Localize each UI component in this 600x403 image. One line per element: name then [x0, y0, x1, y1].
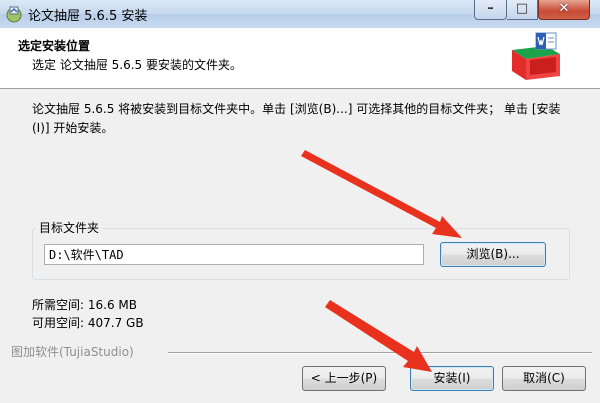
close-button[interactable]: ✕	[538, 0, 590, 20]
window-title: 论文抽屉 5.6.5 安装	[28, 9, 148, 24]
destination-path-input[interactable]	[44, 244, 424, 265]
page-header: 选定安装位置 选定 论文抽屉 5.6.5 要安装的文件夹。	[0, 28, 600, 89]
install-description: 论文抽屉 5.6.5 将被安装到目标文件夹中。单击 [浏览(B)...] 可选择…	[32, 102, 561, 135]
brand-label: 图加软件(TujiaStudio)	[11, 345, 134, 359]
page-title: 选定安装位置	[18, 39, 91, 53]
installer-app-icon	[6, 6, 22, 23]
drawer-logo-icon	[512, 32, 560, 80]
page-subtitle: 选定 论文抽屉 5.6.5 要安装的文件夹。	[32, 58, 242, 72]
installer-window: 论文抽屉 5.6.5 安装 – □ ✕ 选定安装位置 选定 论文抽屉 5.6.5…	[0, 0, 600, 403]
maximize-icon: □	[515, 1, 529, 16]
maximize-button[interactable]: □	[507, 0, 538, 20]
space-required: 所需空间: 16.6 MB	[32, 298, 137, 312]
install-button[interactable]: 安装(I)	[410, 366, 494, 391]
space-available: 可用空间: 407.7 GB	[32, 316, 144, 330]
footer-divider	[168, 352, 592, 354]
close-icon: ✕	[558, 1, 570, 16]
arrow-to-browse	[301, 150, 462, 238]
arrow-to-install	[325, 300, 432, 372]
back-button[interactable]: < 上一步(P)	[302, 366, 386, 391]
minimize-icon: –	[487, 1, 494, 16]
browse-button[interactable]: 浏览(B)...	[440, 242, 546, 267]
destination-group-label: 目标文件夹	[36, 219, 103, 236]
minimize-button[interactable]: –	[474, 0, 507, 20]
cancel-button[interactable]: 取消(C)	[502, 366, 586, 391]
title-bar[interactable]: 论文抽屉 5.6.5 安装 – □ ✕	[0, 0, 600, 29]
